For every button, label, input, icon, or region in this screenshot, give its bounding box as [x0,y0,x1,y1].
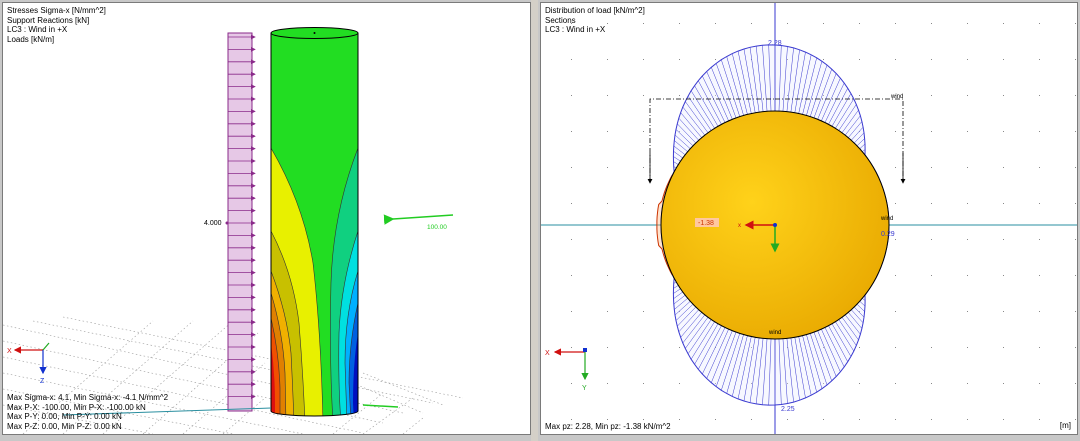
unit-label: [m] [1059,421,1071,430]
left-view-footer: Max Sigma-x: 4.1, Min Sigma-x: -4.1 N/mm… [7,393,168,431]
load-value-label: 4.000 [204,220,222,227]
wind-label-top: wind [890,94,903,100]
left-view-header: Stresses Sigma-x [N/mm^2] Support Reacti… [7,6,106,44]
header-line-reactions: Support Reactions [kN] [7,15,90,25]
pane-splitter[interactable] [531,0,538,441]
footer-pz-range: Max pz: 2.28, Min pz: -1.38 kN/m^2 [545,421,671,431]
right-value-label: 0.29 [881,231,895,238]
right-view-panel[interactable]: Distribution of load [kN/m^2] Sections L… [540,2,1078,435]
distributed-load: 4.000 [204,32,256,412]
header-line-sections: Sections [545,15,576,25]
wind-label-right: wind [880,216,893,222]
axis-y-label: Y [582,385,587,392]
footer-pz: Max P-Z: 0.00, Min P-Z: 0.00 kN [7,421,122,431]
footer-py: Max P-Y: 0.00, Min P-Y: 0.00 kN [7,412,122,421]
footer-sigma: Max Sigma-x: 4.1, Min Sigma-x: -4.1 N/mm… [7,393,169,402]
right-view-header: Distribution of load [kN/m^2] Sections L… [545,6,645,35]
header-line-loadcase: LC3 : Wind in +X [545,25,606,34]
header-line-distribution: Distribution of load [kN/m^2] [545,6,645,15]
max-value-top-label: 2.28 [768,40,782,47]
axis-x-label: X [545,350,550,357]
footer-px: Max P-X: -100.00, Min P-X: -100.00 kN [7,402,146,412]
axis-z-label: Z [40,378,45,385]
min-value-label: -1.38 [698,220,714,227]
cylinder-stress-contour [270,27,359,417]
axis-x-label: X [7,348,12,355]
support-reaction-arrow: 100.00 [62,214,454,416]
left-view-panel[interactable]: Stresses Sigma-x [N/mm^2] Support Reacti… [2,2,531,435]
max-value-bottom-label: 2.25 [781,406,795,413]
axis-triad-right: X Y [545,348,589,392]
header-line-loads: Loads [kN/m] [7,34,55,44]
header-line-stresses: Stresses Sigma-x [N/mm^2] [7,6,106,15]
reaction-value-label: 100.00 [427,224,447,231]
left-3d-viewport[interactable]: 4.000 100.00 X Z [3,3,530,434]
header-line-loadcase: LC3 : Wind in +X [7,25,68,34]
right-section-viewport[interactable]: 2.28 2.25 -1.38 0.29 wind wind wind x X … [541,3,1077,434]
wind-label-bottom: wind [768,330,781,336]
right-view-footer: Max pz: 2.28, Min pz: -1.38 kN/m^2 [545,422,671,432]
local-x-label: x [738,223,741,229]
